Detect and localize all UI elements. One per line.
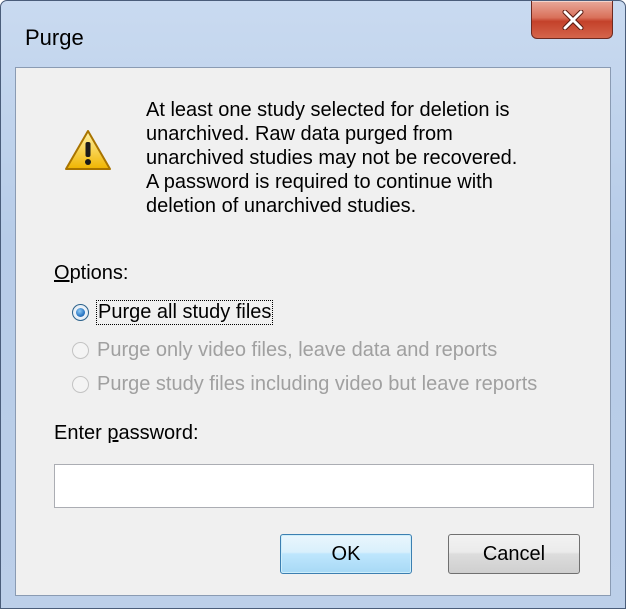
radio-button-selected[interactable] — [72, 303, 89, 321]
cancel-button[interactable]: Cancel — [448, 534, 580, 574]
warning-icon — [65, 130, 111, 170]
password-mnemonic: p — [107, 422, 119, 444]
close-button[interactable] — [531, 1, 613, 39]
radio-purge-files-keep-reports: Purge study files including video but le… — [72, 369, 537, 399]
message-line: A password is required to continue with — [146, 171, 493, 193]
message-line: deletion of unarchived studies. — [146, 195, 417, 217]
purge-dialog: Purge At least one study selected for de… — [0, 0, 626, 609]
options-label: Options: — [54, 262, 129, 285]
radio-button-disabled — [72, 341, 89, 359]
password-input[interactable] — [54, 464, 594, 508]
close-icon — [562, 10, 584, 30]
options-mnemonic: O — [54, 262, 70, 284]
radio-purge-video-only-label: Purge only video files, leave data and r… — [97, 338, 498, 361]
radio-purge-video-only: Purge only video files, leave data and r… — [72, 335, 497, 365]
message-line: At least one study selected for deletion… — [146, 99, 510, 121]
warning-message: At least one study selected for deletion… — [146, 98, 566, 218]
password-label-before: Enter — [54, 422, 108, 444]
radio-button-disabled — [72, 375, 89, 393]
message-line: unarchived studies may not be recovered. — [146, 147, 518, 169]
radio-purge-all-label[interactable]: Purge all study files — [95, 299, 274, 325]
password-label-after: assword: — [118, 422, 199, 444]
ok-button[interactable]: OK — [280, 534, 412, 574]
options-label-rest: ptions: — [69, 262, 129, 284]
radio-purge-files-keep-reports-label: Purge study files including video but le… — [97, 372, 538, 395]
window-title: Purge — [25, 25, 84, 50]
title-bar[interactable]: Purge — [1, 1, 625, 67]
message-line: unarchived. Raw data purged from — [146, 123, 453, 145]
dialog-content: At least one study selected for deletion… — [15, 67, 611, 596]
radio-purge-all[interactable]: Purge all study files — [72, 297, 274, 327]
password-label: Enter password: — [54, 422, 199, 445]
